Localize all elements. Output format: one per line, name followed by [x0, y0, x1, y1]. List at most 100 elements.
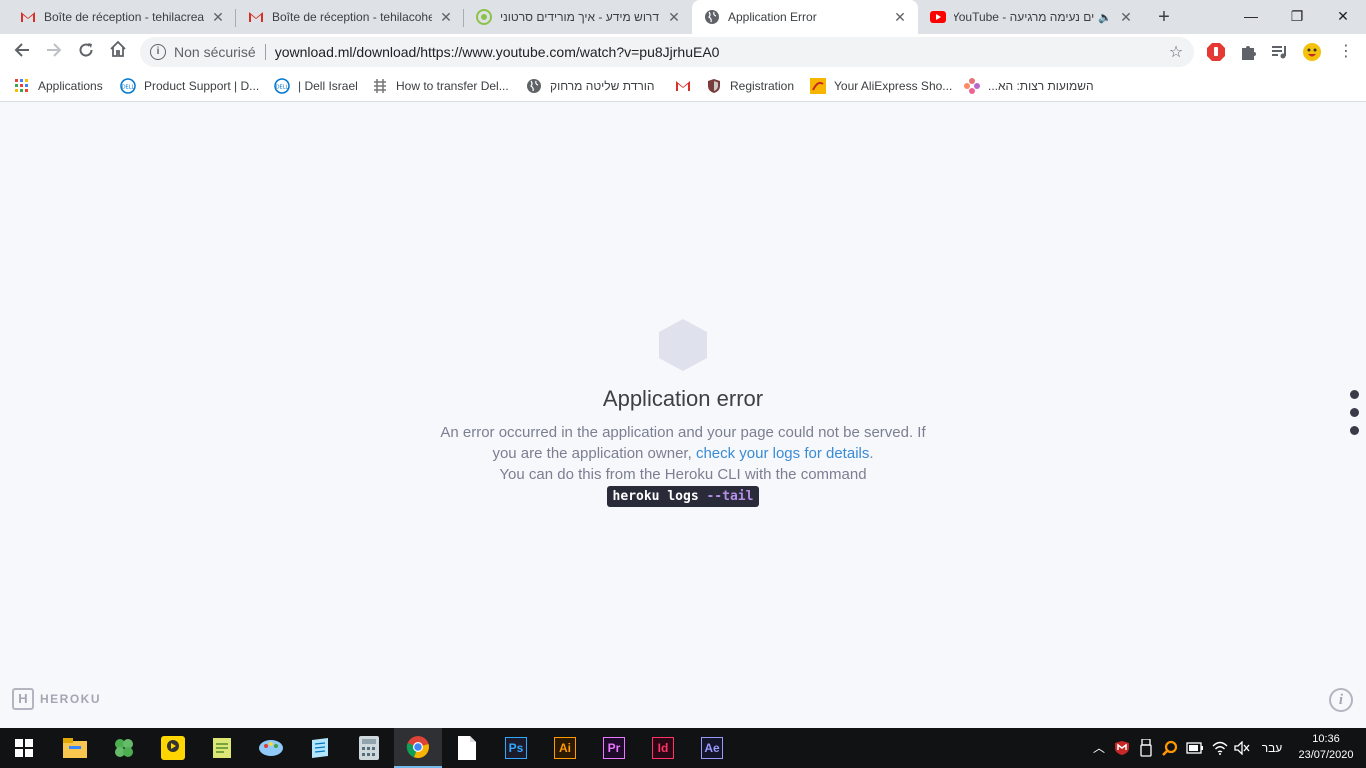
- cli-command-flag: --tail: [706, 489, 754, 504]
- illustrator-label: Ai: [554, 737, 576, 759]
- bookmark-label: | Dell Israel: [298, 79, 358, 93]
- notebook-icon[interactable]: [306, 734, 334, 762]
- media-queue-icon[interactable]: [1270, 42, 1290, 62]
- aftereffects-icon[interactable]: Ae: [698, 734, 726, 762]
- svg-text:DELL: DELL: [122, 85, 135, 91]
- url-text[interactable]: yownload.ml/download/https://www.youtube…: [275, 44, 1166, 60]
- tab-forum[interactable]: דרוש מידע - איך מורידים סרטוני ✕: [464, 0, 692, 34]
- speaker-icon[interactable]: 🔈: [1098, 11, 1112, 24]
- tab-close-icon[interactable]: ✕: [210, 9, 226, 25]
- gmail-icon: [20, 9, 36, 25]
- tab-title: Boîte de réception - tehilacreat: [44, 10, 204, 24]
- chrome-icon[interactable]: [394, 728, 442, 768]
- windows-taskbar: Ps Ai Pr Id Ae ︿ עבר 10:36 23/07/2020: [0, 728, 1366, 768]
- dell-icon: DELL: [274, 78, 290, 94]
- heroku-logo[interactable]: H HEROKU: [12, 688, 101, 710]
- tab-application-error[interactable]: Application Error ✕: [692, 0, 918, 34]
- youtube-icon: [930, 9, 946, 25]
- indesign-icon[interactable]: Id: [649, 734, 677, 762]
- bookmark-dell-israel[interactable]: DELL | Dell Israel: [274, 76, 358, 96]
- error-message: An error occurred in the application and…: [433, 422, 933, 507]
- browser-toolbar: i Non sécurisé yownload.ml/download/http…: [0, 34, 1366, 70]
- calculator-icon[interactable]: [355, 734, 383, 762]
- clock[interactable]: 10:36 23/07/2020: [1292, 731, 1360, 763]
- volume-muted-icon[interactable]: [1232, 728, 1252, 768]
- tab-close-icon[interactable]: ✕: [666, 9, 682, 25]
- security-label[interactable]: Non sécurisé: [174, 44, 256, 60]
- heroku-wordmark: HEROKU: [40, 692, 102, 706]
- home-button[interactable]: [104, 38, 132, 66]
- apps-grid-icon: [14, 78, 30, 94]
- photoshop-icon[interactable]: Ps: [502, 734, 530, 762]
- blank-document-icon[interactable]: [453, 734, 481, 762]
- profile-avatar[interactable]: [1302, 42, 1322, 62]
- tab-title: Boîte de réception - tehilacohe: [272, 10, 432, 24]
- bookmark-how-to-transfer[interactable]: How to transfer Del...: [372, 76, 509, 96]
- illustrator-icon[interactable]: Ai: [551, 734, 579, 762]
- cli-command: heroku logs --tail: [606, 486, 760, 507]
- error-message-part2: You can do this from the Heroku CLI with…: [499, 466, 867, 483]
- bookmark-registration[interactable]: Registration: [706, 76, 794, 96]
- page-title: Application error: [602, 386, 764, 411]
- bookmark-product-support[interactable]: DELL Product Support | D...: [120, 76, 259, 96]
- check-logs-link[interactable]: check your logs for details: [696, 445, 869, 462]
- player-icon[interactable]: [159, 734, 187, 762]
- minimize-button[interactable]: —: [1228, 0, 1274, 34]
- reload-button[interactable]: [72, 38, 100, 66]
- bookmark-gmail[interactable]: [675, 76, 699, 96]
- tab-close-icon[interactable]: ✕: [1118, 9, 1134, 25]
- bookmark-label: השמועות רצות: הא...: [988, 79, 1094, 93]
- page-content: Application error An error occurred in t…: [0, 103, 1366, 728]
- heroku-mark-icon: H: [12, 688, 34, 710]
- error-panel: Application error An error occurred in t…: [433, 318, 933, 507]
- paint-icon[interactable]: [257, 734, 285, 762]
- clock-time: 10:36: [1312, 733, 1340, 745]
- notepad-icon[interactable]: [208, 734, 236, 762]
- vertical-dots-icon[interactable]: [1350, 390, 1359, 444]
- aftereffects-label: Ae: [701, 737, 723, 759]
- info-icon[interactable]: i: [150, 44, 166, 60]
- bookmark-aliexpress[interactable]: Your AliExpress Sho...: [810, 76, 952, 96]
- menu-kebab-icon[interactable]: ⋮: [1336, 42, 1356, 62]
- info-icon[interactable]: i: [1329, 688, 1353, 712]
- globe-icon: [704, 9, 720, 25]
- restore-button[interactable]: ❐: [1274, 0, 1320, 34]
- file-explorer-icon[interactable]: [61, 734, 89, 762]
- tab-title: דרוש מידע - איך מורידים סרטוני: [500, 10, 659, 24]
- language-indicator[interactable]: עבר: [1256, 728, 1288, 768]
- mcafee-icon[interactable]: [1112, 728, 1132, 768]
- puzzle-grid-icon: [372, 78, 388, 94]
- clover-icon[interactable]: [110, 734, 138, 762]
- address-bar[interactable]: i Non sécurisé yownload.ml/download/http…: [140, 37, 1194, 67]
- battery-icon[interactable]: [1184, 728, 1206, 768]
- hexagon-icon: [659, 319, 707, 371]
- close-window-button[interactable]: ✕: [1320, 0, 1366, 34]
- bookmark-rumors[interactable]: השמועות רצות: הא...: [964, 76, 1094, 96]
- extensions-puzzle-icon[interactable]: [1238, 42, 1258, 62]
- forum-icon: [476, 9, 492, 25]
- new-tab-button[interactable]: +: [1152, 5, 1176, 29]
- bookmark-label: How to transfer Del...: [396, 79, 509, 93]
- usb-icon[interactable]: [1136, 728, 1156, 768]
- tray-chevron-up-icon[interactable]: ︿: [1090, 728, 1108, 768]
- tab-gmail-2[interactable]: Boîte de réception - tehilacohe ✕: [236, 0, 464, 34]
- globe-icon: [526, 78, 542, 94]
- tab-youtube[interactable]: ים נעימה מרגיעה - YouTube 🔈 ✕: [918, 0, 1144, 34]
- tab-close-icon[interactable]: ✕: [438, 9, 454, 25]
- tab-close-icon[interactable]: ✕: [892, 9, 908, 25]
- premiere-label: Pr: [603, 737, 625, 759]
- bookmark-applications[interactable]: Applications: [14, 76, 103, 96]
- wifi-icon[interactable]: [1210, 728, 1230, 768]
- bookmark-star-icon[interactable]: ☆: [1166, 42, 1186, 62]
- forward-button[interactable]: [40, 38, 68, 66]
- windows-start-icon[interactable]: [10, 734, 38, 762]
- premiere-icon[interactable]: Pr: [600, 734, 628, 762]
- tab-gmail-1[interactable]: Boîte de réception - tehilacreat ✕: [8, 0, 236, 34]
- adblock-extension-icon[interactable]: [1206, 42, 1226, 62]
- back-button[interactable]: [8, 38, 36, 66]
- bookmarks-bar: Applications DELL Product Support | D...…: [0, 70, 1366, 102]
- bookmark-remote-control[interactable]: הורדת שליטה מרחוק: [526, 76, 654, 96]
- back-arrow-icon: [14, 43, 29, 57]
- svg-text:DELL: DELL: [276, 85, 289, 91]
- search-magnifier-icon[interactable]: [1160, 728, 1180, 768]
